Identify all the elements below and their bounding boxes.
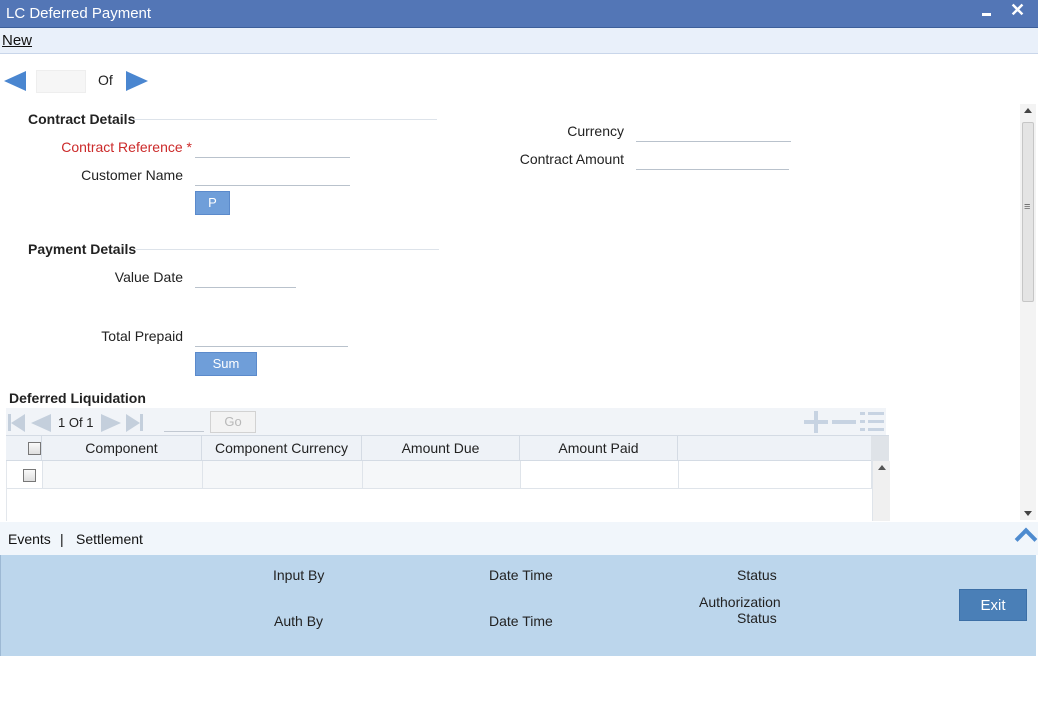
grid-header: Component Component Currency Amount Due …	[6, 435, 889, 461]
prev-record-icon[interactable]	[4, 71, 26, 91]
exit-button[interactable]: Exit	[959, 589, 1027, 621]
row-checkbox[interactable]	[23, 469, 36, 482]
row-select-cell	[7, 461, 43, 489]
last-page-icon-bar[interactable]	[140, 414, 143, 431]
table-cell-amount-paid[interactable]	[521, 461, 679, 489]
grid-scroll-up-icon[interactable]	[878, 465, 886, 470]
column-header-amount-paid[interactable]: Amount Paid	[520, 436, 678, 461]
input-by-label: Input By	[273, 567, 325, 583]
bottom-tabs: Events | Settlement	[0, 522, 1038, 555]
column-header-component-currency[interactable]: Component Currency	[202, 436, 362, 461]
scroll-thumb[interactable]	[1022, 122, 1034, 302]
grid-toolbar: 1 Of 1 Go	[6, 408, 886, 435]
select-all-checkbox[interactable]	[28, 442, 41, 455]
last-page-icon[interactable]	[126, 414, 140, 432]
page-of-label: Of	[68, 415, 83, 430]
next-page-icon[interactable]	[101, 414, 121, 432]
section-divider	[132, 119, 437, 120]
deferred-liquidation-title: Deferred Liquidation	[9, 390, 146, 406]
value-date-label: Value Date	[114, 269, 183, 285]
tab-settlement[interactable]: Settlement	[76, 531, 143, 547]
select-all-cell	[6, 436, 42, 461]
menubar: New	[0, 28, 1038, 54]
prev-page-icon[interactable]	[31, 414, 51, 432]
column-header-component[interactable]: Component	[42, 436, 202, 461]
scroll-down-icon[interactable]	[1024, 511, 1032, 516]
currency-label: Currency	[567, 123, 624, 139]
grid-scrollbar[interactable]	[872, 461, 890, 521]
single-view-icon[interactable]	[860, 411, 884, 433]
new-button[interactable]: New	[2, 32, 32, 49]
customer-name-label: Customer Name	[81, 167, 183, 183]
payment-details-title: Payment Details	[28, 241, 137, 257]
go-button[interactable]: Go	[210, 411, 256, 433]
contract-details-title: Contract Details	[28, 111, 136, 127]
next-record-icon[interactable]	[126, 71, 148, 91]
grid-body	[6, 461, 890, 521]
date-time-label: Date Time	[489, 567, 553, 583]
delete-row-icon[interactable]	[832, 420, 856, 424]
page-number-input[interactable]	[164, 412, 204, 432]
scroll-up-icon[interactable]	[1024, 108, 1032, 113]
record-number-input[interactable]	[36, 70, 86, 93]
status-label: Status	[737, 567, 777, 583]
p-button[interactable]: P	[195, 191, 230, 215]
audit-panel: Input By Date Time Status Auth By Date T…	[0, 555, 1036, 656]
page-current: 1	[58, 415, 66, 430]
auth-date-time-label: Date Time	[489, 613, 553, 629]
column-header-amount-due[interactable]: Amount Due	[362, 436, 520, 461]
table-cell-amount-due[interactable]	[363, 461, 521, 489]
contract-amount-field[interactable]	[636, 146, 789, 170]
window-titlebar: LC Deferred Payment ✕	[0, 0, 1038, 28]
sum-button[interactable]: Sum	[195, 352, 257, 376]
contract-reference-label: Contract Reference *	[40, 139, 192, 155]
required-marker: *	[186, 139, 192, 155]
currency-field[interactable]	[636, 118, 791, 142]
page-info: 1 Of 1	[58, 415, 93, 430]
minimize-icon[interactable]	[980, 0, 994, 24]
authorization-status-label-line1: Authorization	[699, 594, 781, 610]
contract-amount-label: Contract Amount	[519, 151, 624, 167]
tab-separator: |	[60, 531, 64, 547]
table-cell-component-currency[interactable]	[203, 461, 363, 489]
total-prepaid-label: Total Prepaid	[101, 328, 183, 344]
record-navigation: Of	[4, 70, 164, 94]
tab-events[interactable]: Events	[8, 531, 51, 547]
total-prepaid-field[interactable]	[195, 323, 348, 347]
authorization-status-label-line2: Status	[737, 610, 777, 626]
section-divider	[136, 249, 439, 250]
contract-reference-label-text: Contract Reference	[61, 139, 183, 155]
table-cell-empty	[679, 461, 872, 489]
contract-reference-field[interactable]	[195, 134, 350, 158]
record-of-label: Of	[98, 72, 113, 88]
add-row-icon[interactable]	[804, 411, 828, 433]
collapse-chevron-icon[interactable]	[1014, 526, 1036, 540]
main-scrollbar[interactable]	[1020, 104, 1036, 520]
window-title: LC Deferred Payment	[6, 5, 152, 22]
first-page-icon-arrow[interactable]	[11, 414, 25, 432]
page-total: 1	[86, 415, 94, 430]
close-icon[interactable]: ✕	[1010, 0, 1025, 21]
table-cell-component[interactable]	[43, 461, 203, 489]
header-scroll-cap	[871, 436, 889, 461]
value-date-field[interactable]	[195, 264, 296, 288]
customer-name-field[interactable]	[195, 162, 350, 186]
auth-by-label: Auth By	[274, 613, 324, 629]
